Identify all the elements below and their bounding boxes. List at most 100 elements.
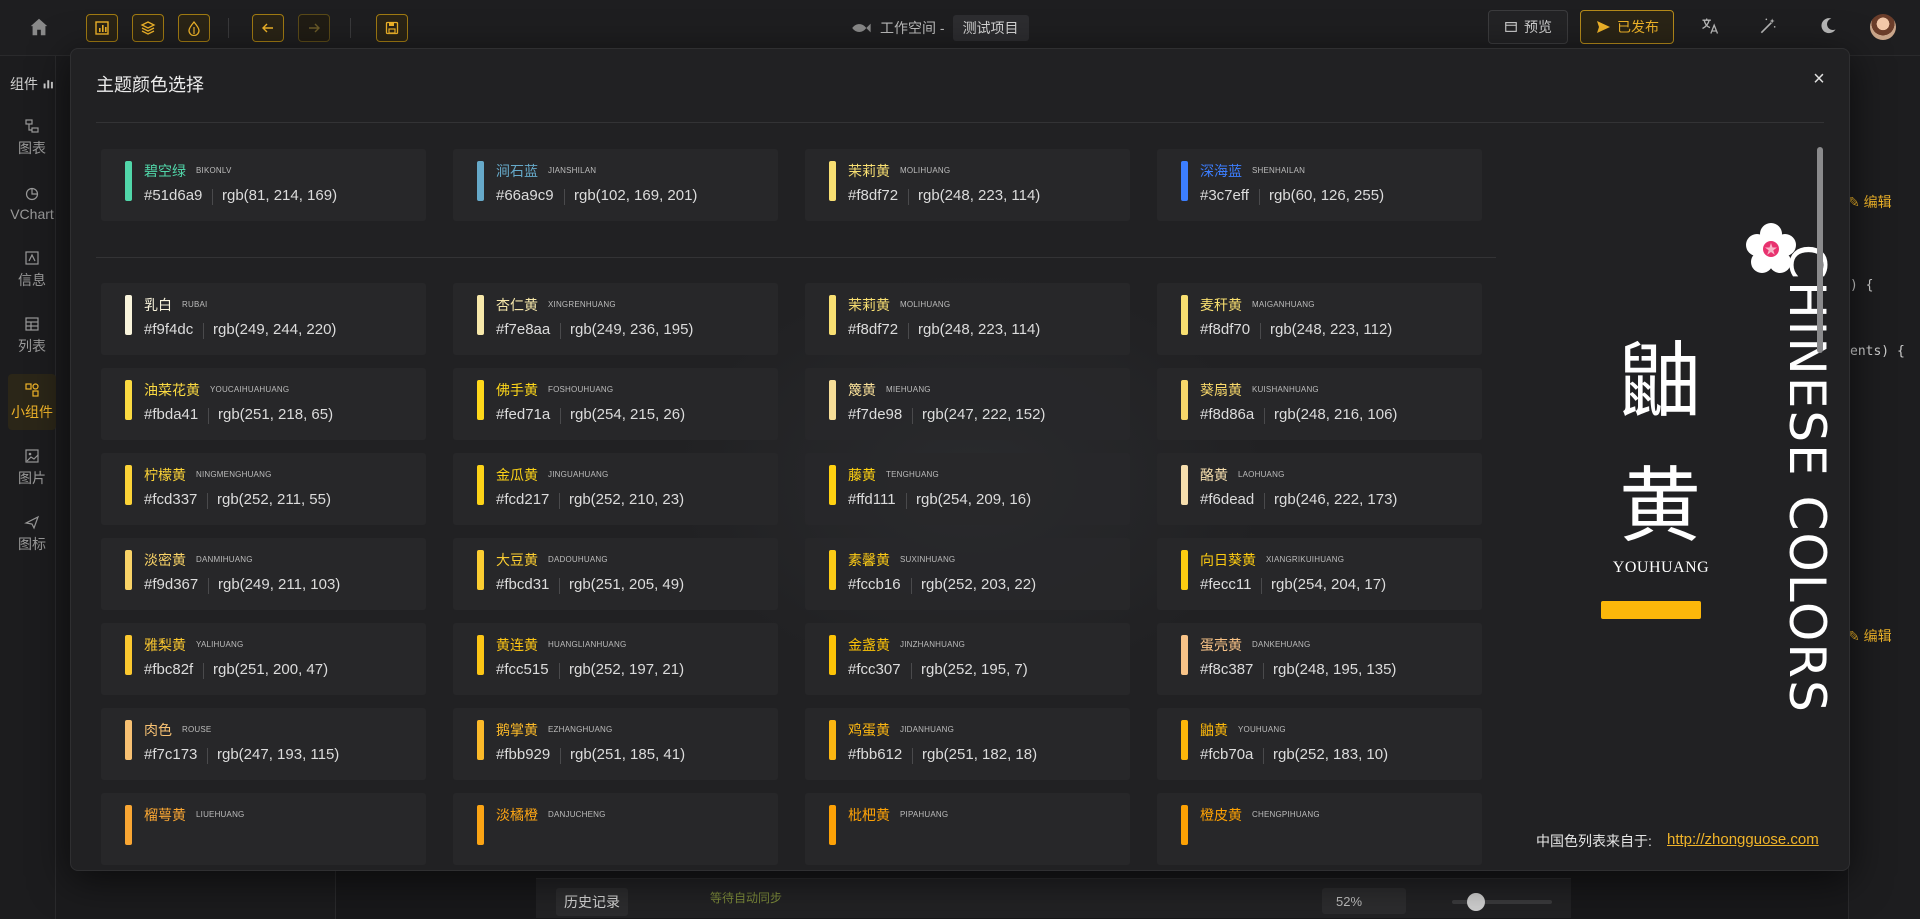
sidebar-item-image[interactable]: 图片 bbox=[8, 440, 56, 496]
color-card[interactable]: 大豆黄 DADOUHUANG #fbcd31 rgb(251, 205, 49) bbox=[453, 538, 778, 610]
color-pinyin: MIEHUANG bbox=[886, 385, 931, 394]
color-hex: #f8df70 bbox=[1200, 321, 1251, 338]
color-card[interactable]: 乳白 RUBAI #f9f4dc rgb(249, 244, 220) bbox=[101, 283, 426, 355]
color-swatch bbox=[829, 465, 836, 505]
flow-icon bbox=[25, 119, 39, 133]
source-label: 中国色列表来自于: bbox=[1536, 833, 1652, 849]
color-hex: #fbc82f bbox=[144, 661, 194, 678]
color-card[interactable]: 雅梨黄 YALIHUANG #fbc82f rgb(251, 200, 47) bbox=[101, 623, 426, 695]
color-swatch bbox=[829, 380, 836, 420]
color-name: 深海蓝 bbox=[1200, 163, 1242, 179]
color-hex: #51d6a9 bbox=[144, 187, 203, 204]
zoom-select[interactable]: 52% bbox=[1322, 888, 1406, 914]
publish-label: 已发布 bbox=[1617, 19, 1659, 35]
project-name[interactable]: 测试项目 bbox=[952, 15, 1029, 41]
component-sidebar: 组件 图表 VChart 信息 列表 小组件 图片 图标 bbox=[0, 56, 56, 919]
send-icon bbox=[1597, 21, 1610, 33]
dark-mode-icon[interactable] bbox=[1818, 16, 1840, 38]
modal-scrollbar[interactable] bbox=[1817, 147, 1823, 353]
color-card[interactable]: 葵扇黄 KUISHANHUANG #f8d86a rgb(248, 216, 106) bbox=[1157, 368, 1482, 440]
color-hex: #fecc11 bbox=[1200, 576, 1252, 593]
theme-color-button[interactable] bbox=[178, 14, 210, 42]
save-icon bbox=[385, 21, 399, 35]
color-pinyin: FOSHOUHUANG bbox=[548, 385, 614, 394]
color-pinyin: TENGHUANG bbox=[886, 470, 939, 479]
zoom-slider-handle[interactable] bbox=[1467, 893, 1485, 911]
divider bbox=[208, 408, 209, 424]
color-pinyin: KUISHANHUANG bbox=[1252, 385, 1319, 394]
sidebar-item-info[interactable]: 信息 bbox=[8, 242, 56, 298]
color-card[interactable]: 深海蓝 SHENHAILAN #3c7eff rgb(60, 126, 255) bbox=[1157, 149, 1482, 221]
bar-chart-icon bbox=[95, 21, 109, 35]
color-rgb: rgb(252, 197, 21) bbox=[569, 661, 685, 678]
color-pinyin: LIUEHUANG bbox=[196, 810, 245, 819]
color-rgb: rgb(248, 223, 112) bbox=[1270, 321, 1393, 338]
sidebar-item-list[interactable]: 列表 bbox=[8, 308, 56, 364]
color-card[interactable]: 橙皮黄 CHENGPIHUANG bbox=[1157, 793, 1482, 865]
color-card[interactable]: 茉莉黄 MOLIHUANG #f8df72 rgb(248, 223, 114) bbox=[805, 283, 1130, 355]
color-card[interactable]: 鸡蛋黄 JIDANHUANG #fbb612 rgb(251, 182, 18) bbox=[805, 708, 1130, 780]
color-card[interactable]: 杏仁黄 XINGRENHUANG #f7e8aa rgb(249, 236, 195) bbox=[453, 283, 778, 355]
sync-status: 等待自动同步 bbox=[710, 891, 783, 905]
color-hex: #f8c387 bbox=[1200, 661, 1254, 678]
color-card[interactable]: 淡密黄 DANMIHUANG #f9d367 rgb(249, 211, 103) bbox=[101, 538, 426, 610]
magic-wand-icon[interactable] bbox=[1758, 16, 1780, 38]
color-card[interactable]: 佛手黄 FOSHOUHUANG #fed71a rgb(254, 215, 26) bbox=[453, 368, 778, 440]
color-name: 淡橘橙 bbox=[496, 807, 538, 823]
color-card[interactable]: 蛋壳黄 DANKEHUANG #f8c387 rgb(248, 195, 135) bbox=[1157, 623, 1482, 695]
color-card[interactable]: 向日葵黄 XIANGRIKUIHUANG #fecc11 rgb(254, 204, … bbox=[1157, 538, 1482, 610]
color-swatch bbox=[477, 380, 484, 420]
source-link[interactable]: http://zhongguose.com bbox=[1667, 831, 1819, 848]
color-card[interactable]: 淡橘橙 DANJUCHENG bbox=[453, 793, 778, 865]
layers-button[interactable] bbox=[132, 14, 164, 42]
arrow-left-icon bbox=[262, 23, 273, 33]
sidebar-item-chart[interactable]: 图表 bbox=[8, 110, 56, 166]
sidebar-item-widget[interactable]: 小组件 bbox=[8, 374, 56, 430]
image-icon bbox=[25, 449, 39, 463]
color-card[interactable]: 碧空绿 BIKONLV #51d6a9 rgb(81, 214, 169) bbox=[101, 149, 426, 221]
color-card[interactable]: 鼬黄 YOUHUANG #fcb70a rgb(252, 183, 10) bbox=[1157, 708, 1482, 780]
user-avatar[interactable] bbox=[1870, 14, 1896, 40]
color-pinyin: MAIGANHUANG bbox=[1252, 300, 1315, 309]
color-card[interactable]: 金瓜黄 JINGUAHUANG #fcd217 rgb(252, 210, 23) bbox=[453, 453, 778, 525]
color-card[interactable]: 麦秆黄 MAIGANHUANG #f8df70 rgb(248, 223, 112) bbox=[1157, 283, 1482, 355]
sidebar-item-icon[interactable]: 图标 bbox=[8, 506, 56, 562]
color-card[interactable]: 枇杷黄 PIPAHUANG bbox=[805, 793, 1130, 865]
color-name: 茉莉黄 bbox=[848, 297, 890, 313]
translate-icon[interactable] bbox=[1700, 16, 1722, 38]
color-card[interactable]: 篾黄 MIEHUANG #f7de98 rgb(247, 222, 152) bbox=[805, 368, 1130, 440]
sidebar-item-vchart[interactable]: VChart bbox=[8, 176, 56, 232]
color-name: 大豆黄 bbox=[496, 552, 538, 568]
color-card[interactable]: 涧石蓝 JIANSHILAN #66a9c9 rgb(102, 169, 201) bbox=[453, 149, 778, 221]
color-hex: #fbda41 bbox=[144, 406, 199, 423]
color-card[interactable]: 肉色 ROUSE #f7c173 rgb(247, 193, 115) bbox=[101, 708, 426, 780]
color-card[interactable]: 柠檬黄 NINGMENGHUANG #fcd337 rgb(252, 211, 55) bbox=[101, 453, 426, 525]
color-hex: #f9d367 bbox=[144, 576, 199, 593]
sidebar-title: 组件 bbox=[10, 74, 55, 94]
color-pinyin: MOLIHUANG bbox=[900, 166, 951, 175]
undo-button[interactable] bbox=[252, 14, 284, 42]
save-button[interactable] bbox=[376, 14, 408, 42]
color-card[interactable]: 鹅掌黄 EZHANGHUANG #fbb929 rgb(251, 185, 41) bbox=[453, 708, 778, 780]
publish-button[interactable]: 已发布 bbox=[1580, 10, 1674, 44]
color-card[interactable]: 酪黄 LAOHUANG #f6dead rgb(246, 222, 173) bbox=[1157, 453, 1482, 525]
chart-toggle-button[interactable] bbox=[86, 14, 118, 42]
color-swatch bbox=[1181, 465, 1188, 505]
preview-button[interactable]: 预览 bbox=[1488, 10, 1568, 44]
edit-link[interactable]: ✎ 编辑 bbox=[1848, 626, 1892, 646]
home-icon[interactable] bbox=[28, 16, 52, 40]
color-card[interactable]: 榴萼黄 LIUEHUANG bbox=[101, 793, 426, 865]
history-button[interactable]: 历史记录 bbox=[556, 888, 628, 916]
redo-button[interactable] bbox=[298, 14, 330, 42]
close-icon[interactable]: × bbox=[1807, 67, 1831, 91]
color-rgb: rgb(249, 236, 195) bbox=[570, 321, 694, 338]
color-card[interactable]: 油菜花黄 YOUCAIHUAHUANG #fbda41 rgb(251, 218, 6… bbox=[101, 368, 426, 440]
color-card[interactable]: 金盏黄 JINZHANHUANG #fcc307 rgb(252, 195, 7) bbox=[805, 623, 1130, 695]
color-swatch bbox=[125, 635, 132, 675]
color-hex: #f8df72 bbox=[848, 187, 899, 204]
color-card[interactable]: 茉莉黄 MOLIHUANG #f8df72 rgb(248, 223, 114) bbox=[805, 149, 1130, 221]
color-card[interactable]: 藤黄 TENGHUANG #ffd111 rgb(254, 209, 16) bbox=[805, 453, 1130, 525]
color-card[interactable]: 黄连黄 HUANGLIANHUANG #fcc515 rgb(252, 197, 21… bbox=[453, 623, 778, 695]
edit-link[interactable]: ✎ 编辑 bbox=[1848, 192, 1892, 212]
color-card[interactable]: 素馨黄 SUXINHUANG #fccb16 rgb(252, 203, 22) bbox=[805, 538, 1130, 610]
